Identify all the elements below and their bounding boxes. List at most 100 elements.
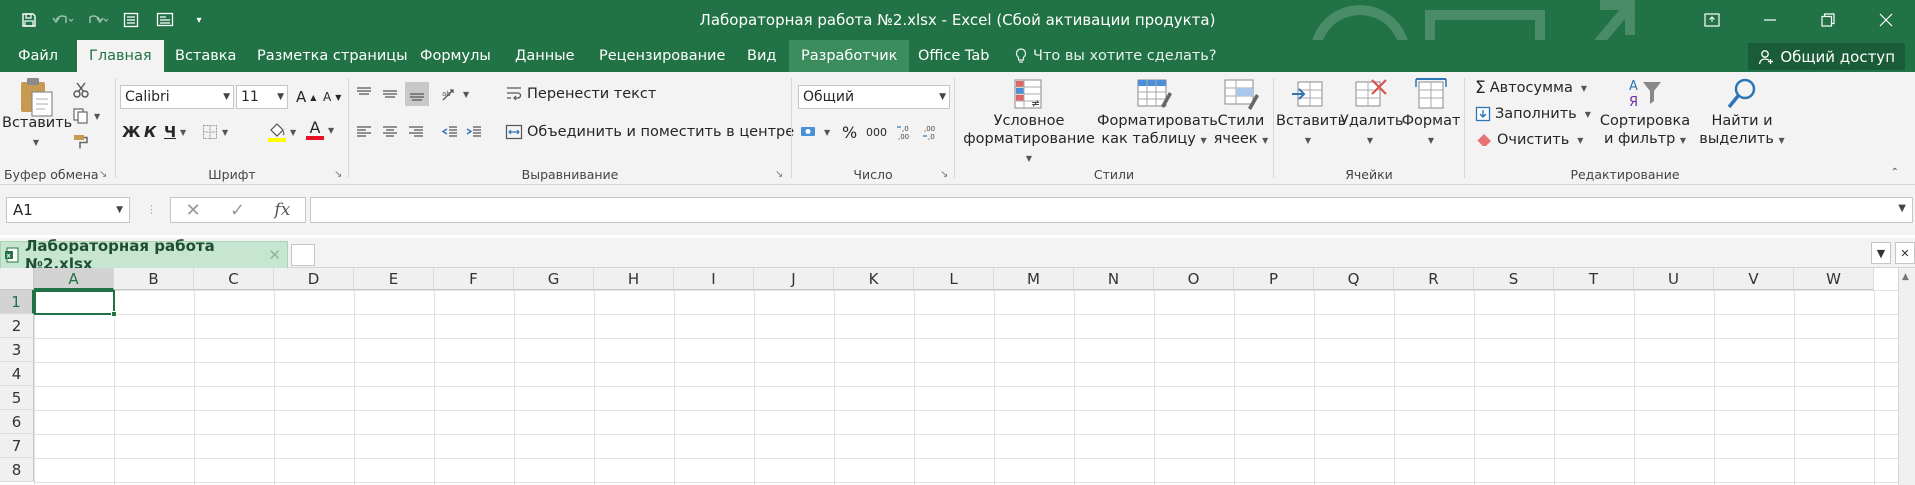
row-header-3[interactable]: 3 <box>0 338 34 362</box>
dialog-launcher-icon[interactable]: ↘ <box>775 170 785 180</box>
tab-review[interactable]: Рецензирование <box>587 40 737 72</box>
underline-dropdown[interactable]: ▼ <box>180 120 186 144</box>
column-header-b[interactable]: B <box>114 268 194 290</box>
row-header-1[interactable]: 1 <box>0 290 34 314</box>
column-header-o[interactable]: O <box>1154 268 1234 290</box>
collapse-ribbon-icon[interactable]: ⌃ <box>1891 167 1899 178</box>
customize-qat-button[interactable]: ▾ <box>184 5 214 35</box>
orientation-button[interactable]: ab ▼ <box>441 82 469 106</box>
close-window-button[interactable] <box>1857 0 1915 40</box>
row-header-6[interactable]: 6 <box>0 410 34 434</box>
tab-insert[interactable]: Вставка <box>163 40 248 72</box>
column-header-a[interactable]: A <box>34 268 114 290</box>
number-format-combo[interactable]: Общий ▼ <box>798 85 950 109</box>
thousands-separator-button[interactable]: 000 <box>866 120 887 144</box>
enter-icon[interactable]: ✓ <box>230 200 245 221</box>
column-header-t[interactable]: T <box>1554 268 1634 290</box>
wrap-text-button[interactable]: Перенести текст <box>505 82 656 106</box>
cell-styles-button[interactable]: Стили ячеек ▼ <box>1211 76 1271 150</box>
select-all-corner[interactable] <box>0 268 34 290</box>
column-header-j[interactable]: J <box>754 268 834 290</box>
font-name-combo[interactable]: Calibri ▼ <box>120 85 234 109</box>
font-color-button[interactable]: A ▼ <box>306 118 334 142</box>
tab-view[interactable]: Вид <box>735 40 788 72</box>
font-size-combo[interactable]: 11 ▼ <box>236 85 288 109</box>
tab-page-layout[interactable]: Разметка страницы <box>245 40 420 72</box>
column-header-i[interactable]: I <box>674 268 754 290</box>
row-header-7[interactable]: 7 <box>0 434 34 458</box>
close-tab-icon[interactable]: ✕ <box>268 246 281 264</box>
bold-button[interactable]: Ж <box>122 120 140 144</box>
dialog-launcher-icon[interactable]: ↘ <box>334 170 344 180</box>
tab-data[interactable]: Данные <box>503 40 587 72</box>
tell-me-search[interactable]: Что вы хотите сделать? <box>1015 40 1217 72</box>
restore-button[interactable] <box>1799 0 1857 40</box>
tab-list-button[interactable]: ▼ <box>1871 242 1891 264</box>
worksheet-grid[interactable]: ABCDEFGHIJKLMNOPQRSTUVW 12345678 <box>0 268 1898 485</box>
fill-button[interactable]: Заполнить ▼ <box>1475 102 1591 126</box>
accounting-format-button[interactable]: ▼ <box>800 120 830 144</box>
cancel-icon[interactable]: ✕ <box>186 200 201 221</box>
percent-button[interactable]: % <box>842 120 857 144</box>
format-as-table-button[interactable]: Форматировать как таблицу ▼ <box>1097 76 1218 150</box>
undo-button[interactable] <box>48 5 78 35</box>
column-header-r[interactable]: R <box>1394 268 1474 290</box>
workbook-tab[interactable]: x Лабораторная работа №2.xlsx ✕ <box>0 237 288 273</box>
new-workbook-tab[interactable] <box>291 244 315 266</box>
align-top-button[interactable] <box>355 82 373 106</box>
align-center-button[interactable] <box>381 120 399 144</box>
underline-button[interactable]: Ч <box>164 120 176 144</box>
column-header-l[interactable]: L <box>914 268 994 290</box>
align-middle-button[interactable] <box>381 82 399 106</box>
row-header-4[interactable]: 4 <box>0 362 34 386</box>
column-header-n[interactable]: N <box>1074 268 1154 290</box>
cut-button[interactable] <box>72 78 90 102</box>
active-cell-a1[interactable] <box>34 290 117 317</box>
align-left-button[interactable] <box>355 120 373 144</box>
column-header-m[interactable]: M <box>994 268 1074 290</box>
save-button[interactable] <box>14 5 44 35</box>
delete-cells-button[interactable]: Удалить ▼ <box>1340 76 1403 150</box>
column-header-q[interactable]: Q <box>1314 268 1394 290</box>
tab-developer[interactable]: Разработчик <box>789 40 910 72</box>
find-select-button[interactable]: Найти и выделить ▼ <box>1697 76 1787 150</box>
increase-indent-button[interactable] <box>465 120 483 144</box>
column-header-s[interactable]: S <box>1474 268 1554 290</box>
column-header-h[interactable]: H <box>594 268 674 290</box>
column-header-v[interactable]: V <box>1714 268 1794 290</box>
decrease-indent-button[interactable] <box>441 120 459 144</box>
fill-color-button[interactable]: ▼ <box>268 120 296 144</box>
column-header-u[interactable]: U <box>1634 268 1714 290</box>
increase-decimal-button[interactable]: ,0,00 <box>896 120 916 144</box>
borders-button[interactable]: ▼ <box>202 120 228 144</box>
column-header-f[interactable]: F <box>434 268 514 290</box>
row-header-2[interactable]: 2 <box>0 314 34 338</box>
vertical-scrollbar[interactable]: ▲ <box>1898 268 1915 485</box>
decrease-decimal-button[interactable]: ,00,0 <box>922 120 942 144</box>
format-painter-button[interactable] <box>72 130 90 154</box>
row-header-8[interactable]: 8 <box>0 458 34 482</box>
align-bottom-button[interactable] <box>405 82 429 106</box>
share-button[interactable]: Общий доступ <box>1748 43 1905 70</box>
align-right-button[interactable] <box>407 120 425 144</box>
column-header-e[interactable]: E <box>354 268 434 290</box>
name-box[interactable]: A1 ▼ <box>6 197 130 223</box>
row-header-5[interactable]: 5 <box>0 386 34 410</box>
copy-button[interactable]: ▼ <box>72 104 100 128</box>
tab-home[interactable]: Главная <box>77 40 164 72</box>
shrink-font-button[interactable]: A ▼ <box>323 85 341 109</box>
tab-file[interactable]: Файл <box>6 40 70 72</box>
conditional-formatting-button[interactable]: ≠ Условное форматирование ▼ <box>959 76 1099 168</box>
column-header-d[interactable]: D <box>274 268 354 290</box>
close-workbook-button[interactable]: ✕ <box>1895 242 1915 264</box>
format-cells-button[interactable]: Формат ▼ <box>1400 76 1462 150</box>
tab-office-tab[interactable]: Office Tab <box>906 40 1001 72</box>
grow-font-button[interactable]: A ▲ <box>296 85 316 109</box>
formula-input[interactable]: ▼ <box>310 197 1913 223</box>
print-preview-button[interactable] <box>150 5 180 35</box>
italic-button[interactable]: К <box>144 120 156 144</box>
column-header-g[interactable]: G <box>514 268 594 290</box>
column-header-c[interactable]: C <box>194 268 274 290</box>
redo-button[interactable] <box>82 5 112 35</box>
merge-center-button[interactable]: Объединить и поместить в центре ▼ <box>505 120 810 144</box>
